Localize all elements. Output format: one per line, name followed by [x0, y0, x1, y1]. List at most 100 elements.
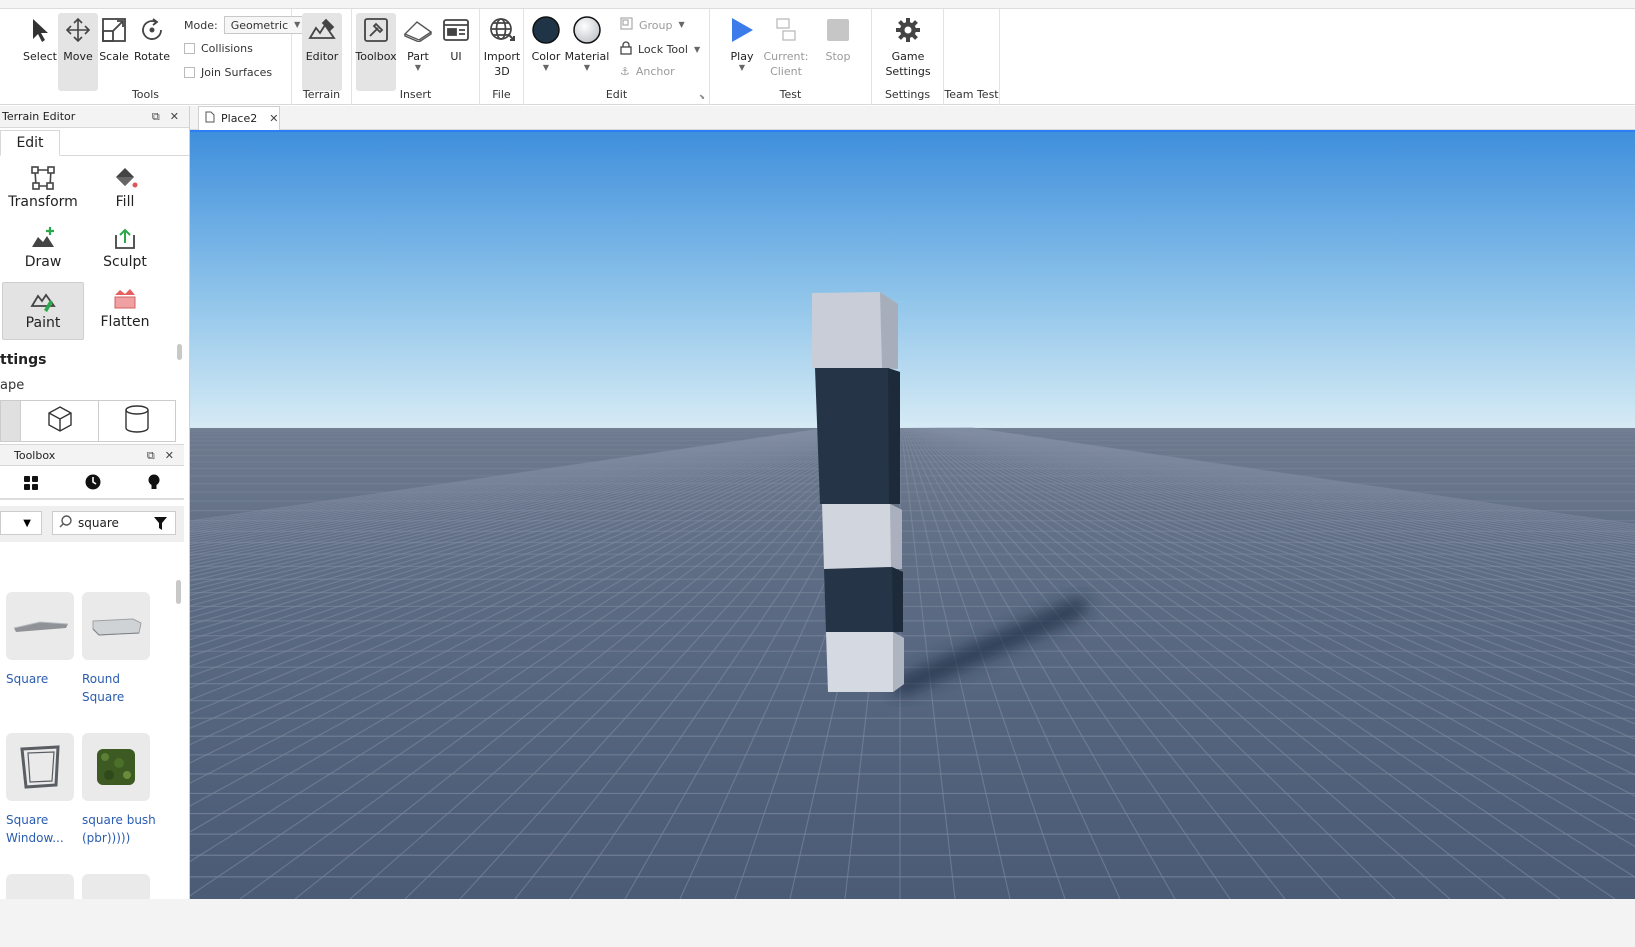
color-swatch-icon	[530, 13, 562, 47]
search-value: square	[78, 516, 119, 530]
close-icon[interactable]: ✕	[269, 112, 278, 125]
sculpt-icon	[110, 224, 140, 252]
transform-tool[interactable]: Transform	[2, 162, 84, 220]
import-label-line2: 3D	[494, 65, 510, 78]
terrain-editor-icon	[306, 13, 338, 47]
play-button[interactable]: Play ▼	[722, 13, 762, 91]
import-3d-button[interactable]: Import 3D	[482, 13, 522, 91]
asset-item[interactable]: Square Window...	[6, 733, 86, 847]
terrain-group: Editor Terrain	[292, 9, 352, 105]
terrain-editor-scrollbar[interactable]	[177, 344, 182, 360]
draw-terrain-icon	[28, 224, 58, 252]
gear-icon	[892, 13, 924, 47]
move-tool-button[interactable]: Move	[58, 13, 98, 91]
fill-label: Fill	[115, 194, 135, 210]
flatten-tool[interactable]: Flatten	[84, 282, 166, 340]
popout-icon[interactable]: ⧉	[147, 449, 155, 463]
tab-edit-label: Edit	[16, 135, 44, 151]
settings-group-label: Settings	[884, 88, 931, 101]
popout-icon[interactable]: ⧉	[152, 110, 160, 124]
import-label-line1: Import	[483, 50, 521, 63]
file-group: Import 3D File	[480, 9, 524, 105]
material-button[interactable]: Material ▼	[565, 13, 609, 91]
sphere-shape-option[interactable]	[1, 401, 21, 441]
part-icon	[402, 13, 434, 47]
tab-edit[interactable]: Edit	[0, 130, 60, 156]
current-label-line2: Client	[770, 65, 802, 78]
move-arrows-icon	[62, 13, 94, 47]
scale-tool-button[interactable]: Scale	[94, 13, 134, 91]
join-surfaces-row[interactable]: Join Surfaces	[184, 66, 272, 79]
team-test-group: Team Test	[944, 9, 1000, 105]
collisions-row[interactable]: Collisions	[184, 42, 253, 55]
sculpt-tool[interactable]: Sculpt	[84, 222, 166, 280]
join-surfaces-checkbox[interactable]	[184, 67, 195, 78]
toolbox-icon	[360, 13, 392, 47]
ui-icon	[440, 13, 472, 47]
rotate-tool-button[interactable]: Rotate	[132, 13, 172, 91]
asset-item[interactable]: Square	[6, 592, 86, 688]
draw-tool[interactable]: Draw	[2, 222, 84, 280]
file-group-label: File	[492, 88, 511, 101]
game-settings-button[interactable]: Game Settings	[880, 13, 936, 91]
close-icon[interactable]: ✕	[165, 449, 174, 463]
team-test-group-label[interactable]: Team Test	[944, 88, 999, 101]
terrain-editor-button[interactable]: Editor	[302, 13, 342, 91]
3d-viewport[interactable]	[190, 130, 1635, 899]
select-tool-button[interactable]: Select	[20, 13, 60, 91]
tab-place2[interactable]: Place2 ✕	[198, 106, 280, 130]
current-client-button[interactable]: Current: Client	[762, 13, 810, 91]
cylinder-shape-option[interactable]	[99, 401, 175, 441]
asset-item[interactable]: Round Square	[82, 592, 162, 706]
tools-group: Select Move Scale Rotate Mode: Geometric…	[0, 9, 308, 105]
chevron-down-icon: ▼	[738, 63, 746, 72]
terrain-group-label: Terrain	[302, 88, 341, 101]
asset-item[interactable]: square bush (pbr)))))	[82, 733, 162, 847]
current-label-line1: Current:	[763, 50, 809, 63]
edit-group: Color ▼ Material ▼ Group ▼ Lock Tool ▼ ⚓…	[524, 9, 710, 105]
lock-tool-button[interactable]: Lock Tool ▼	[620, 41, 700, 58]
stop-button[interactable]: Stop	[818, 13, 858, 91]
toolbox-label: Toolbox	[355, 50, 397, 63]
test-group-label: Test	[779, 88, 802, 101]
paint-label: Paint	[25, 315, 61, 331]
material-sphere-icon	[571, 13, 603, 47]
clock-icon[interactable]	[85, 474, 101, 494]
globe-import-icon	[486, 13, 518, 47]
cube-shape-option[interactable]	[21, 401, 99, 441]
toolbox-search-input[interactable]: square	[52, 511, 176, 535]
paint-tool[interactable]: Paint	[2, 282, 84, 340]
lightbulb-icon[interactable]	[148, 474, 160, 494]
chevron-down-icon: ▼	[542, 63, 550, 72]
asset-name: Round	[82, 672, 120, 686]
group-button[interactable]: Group ▼	[620, 17, 685, 33]
close-icon[interactable]: ✕	[170, 110, 179, 124]
title-strip	[0, 0, 1635, 9]
sky	[190, 132, 1635, 432]
asset-name: square bush	[82, 813, 156, 827]
anchor-button[interactable]: ⚓ Anchor	[620, 65, 675, 78]
toolbox-button[interactable]: Toolbox	[355, 13, 397, 91]
fill-tool[interactable]: Fill	[84, 162, 166, 220]
ui-button[interactable]: UI	[436, 13, 476, 91]
settings-heading: ttings	[0, 352, 47, 368]
test-group: Play ▼ Current: Client Stop Test	[710, 9, 872, 105]
terrain-editor-header: Terrain Editor ⧉ ✕	[0, 106, 189, 128]
asset-name-line2: Square	[82, 690, 125, 704]
toolbox-title: Toolbox	[14, 448, 56, 462]
color-button[interactable]: Color ▼	[526, 13, 566, 91]
filter-icon[interactable]	[154, 517, 167, 533]
chevron-down-icon: ▼	[693, 44, 701, 54]
asset-thumbnail	[6, 592, 74, 660]
ui-label: UI	[450, 50, 462, 63]
grid-icon[interactable]	[23, 475, 38, 494]
transform-label: Transform	[8, 194, 78, 210]
lock-icon	[620, 41, 632, 58]
rotate-icon	[136, 13, 168, 47]
part-button[interactable]: Part ▼	[398, 13, 438, 91]
toolbox-scrollbar[interactable]	[176, 580, 181, 604]
category-dropdown[interactable]: ▼	[0, 511, 42, 535]
group-expand-icon[interactable]: ⬊	[699, 93, 705, 101]
color-label: Color	[531, 50, 561, 63]
collisions-checkbox[interactable]	[184, 43, 195, 54]
